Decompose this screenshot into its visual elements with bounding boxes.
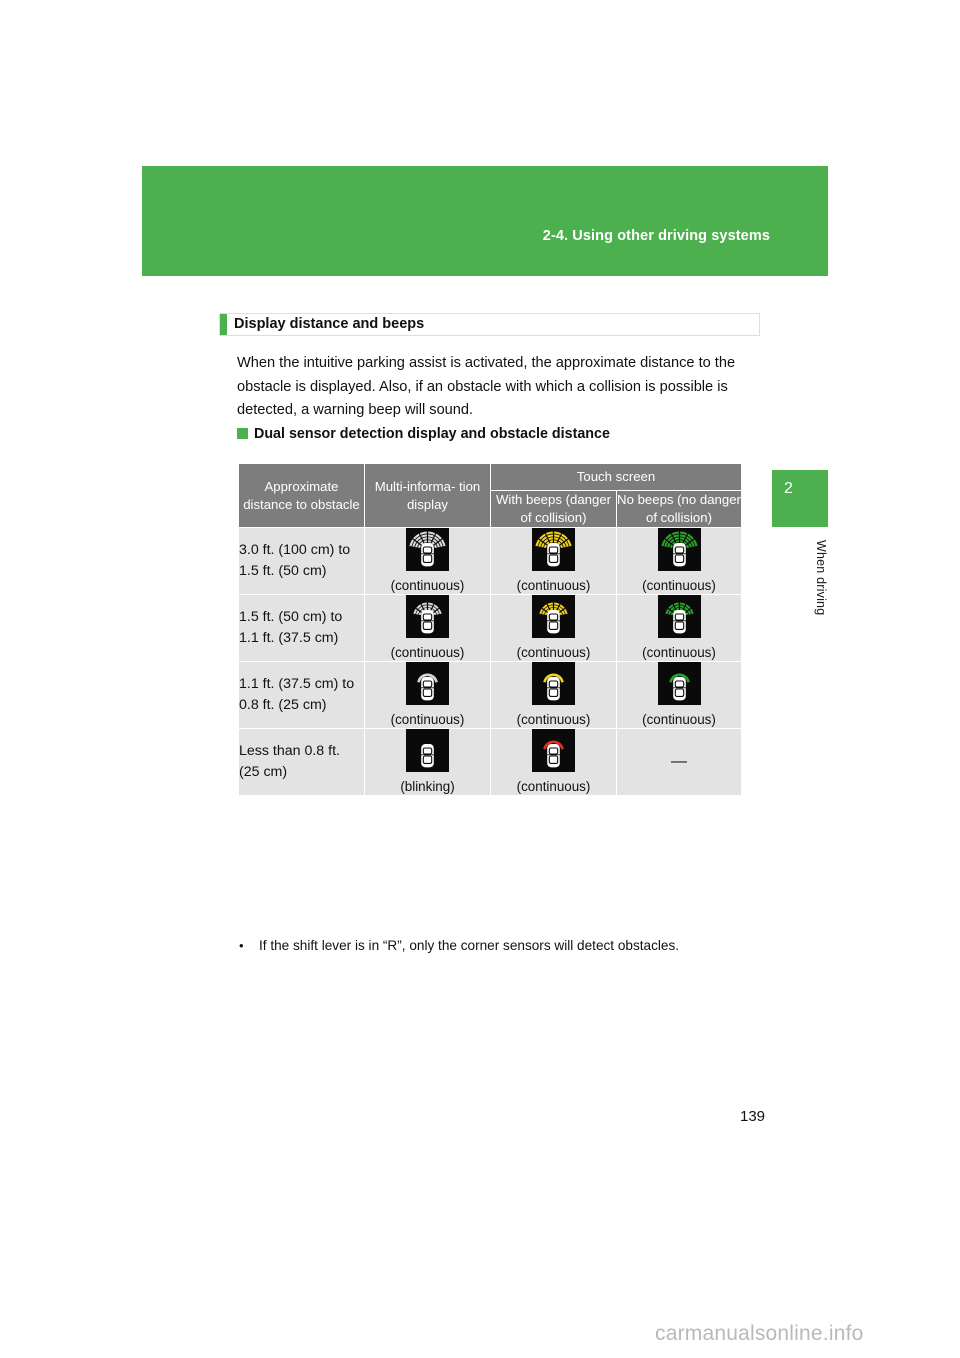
subsection-heading: Dual sensor detection display and obstac… xyxy=(237,426,777,442)
row-2-distance: 1.1 ft. (37.5 cm) to 0.8 ft. (25 cm) xyxy=(238,661,365,729)
watermark: carmanualsonline.info xyxy=(655,1322,864,1345)
footnote: • If the shift lever is in “R”, only the… xyxy=(239,936,759,955)
row-2-multi-info-display-caption: (continuous) xyxy=(390,712,465,727)
section-heading-accent-bar xyxy=(220,314,227,335)
row-1-touchscreen-no-beeps: (continuous) xyxy=(616,594,742,662)
parking-sensor-car-arcs-green-icon xyxy=(657,528,701,571)
row-0-distance: 3.0 ft. (100 cm) to 1.5 ft. (50 cm) xyxy=(238,527,365,595)
row-3-multi-info-display: (blinking) xyxy=(364,728,491,796)
subsection-heading-text: Dual sensor detection display and obstac… xyxy=(254,426,610,442)
table-header-row-1: Approximate distance to obstacle Multi-i… xyxy=(238,463,742,528)
row-2-touchscreen-with-beeps: (continuous) xyxy=(490,661,617,729)
section-heading: Display distance and beeps xyxy=(219,313,760,336)
parking-sensor-car-arc-red-icon xyxy=(532,729,575,772)
row-2-touchscreen-no-beeps: (continuous) xyxy=(616,661,742,729)
chapter-number: 2 xyxy=(784,480,793,497)
row-1-touchscreen-with-beeps: (continuous) xyxy=(490,594,617,662)
parking-sensor-car-arcs-green-icon xyxy=(657,595,701,638)
row-1-touchscreen-no-beeps-caption: (continuous) xyxy=(642,645,716,660)
table-row: Less than 0.8 ft. (25 cm) (blinking) (co… xyxy=(238,728,742,796)
green-square-bullet-icon xyxy=(237,428,248,439)
parking-sensor-car-arcs-white-icon xyxy=(406,528,449,571)
row-0-touchscreen-no-beeps-caption: (continuous) xyxy=(642,578,716,593)
row-3-touchscreen-with-beeps-caption: (continuous) xyxy=(516,779,591,794)
table-head: Approximate distance to obstacle Multi-i… xyxy=(238,463,742,528)
row-2-multi-info-display: (continuous) xyxy=(364,661,491,729)
row-2-touchscreen-with-beeps-caption: (continuous) xyxy=(516,712,591,727)
row-1-distance: 1.5 ft. (50 cm) to 1.1 ft. (37.5 cm) xyxy=(238,594,365,662)
footnote-text: If the shift lever is in “R”, only the c… xyxy=(259,938,680,953)
row-1-multi-info-display: (continuous) xyxy=(364,594,491,662)
row-0-multi-info-display: (continuous) xyxy=(364,527,491,595)
chapter-label: When driving xyxy=(814,540,828,616)
row-0-multi-info-display-caption: (continuous) xyxy=(390,578,465,593)
header-approximate-distance: Approximate distance to obstacle xyxy=(238,463,365,528)
parking-sensor-car-arcs-yellow-icon xyxy=(532,662,575,705)
page-header-title: 2-4. Using other driving systems xyxy=(542,228,770,244)
row-3-multi-info-display-caption: (blinking) xyxy=(400,779,455,794)
table-row: 1.1 ft. (37.5 cm) to 0.8 ft. (25 cm) (co… xyxy=(238,661,742,729)
sensor-distance-table: Approximate distance to obstacle Multi-i… xyxy=(238,463,742,796)
row-0-touchscreen-no-beeps: (continuous) xyxy=(616,527,742,595)
row-3-touchscreen-no-beeps-dash: — xyxy=(671,753,687,770)
row-1-touchscreen-with-beeps-caption: (continuous) xyxy=(516,645,591,660)
row-0-touchscreen-with-beeps: (continuous) xyxy=(490,527,617,595)
table-row: 1.5 ft. (50 cm) to 1.1 ft. (37.5 cm) (co… xyxy=(238,594,742,662)
header-touch-screen-group: Touch screen xyxy=(490,463,742,491)
table-row: 3.0 ft. (100 cm) to 1.5 ft. (50 cm) (con… xyxy=(238,527,742,595)
row-2-touchscreen-no-beeps-caption: (continuous) xyxy=(642,712,716,727)
parking-sensor-car-arcs-white-icon xyxy=(406,662,449,705)
page-number: 139 xyxy=(740,1108,766,1125)
row-3-touchscreen-no-beeps: — xyxy=(616,728,742,796)
parking-sensor-car-arcs-white-icon xyxy=(406,595,449,638)
parking-sensor-car-arcs-green-icon xyxy=(657,662,701,705)
chapter-tab: 2 xyxy=(772,470,828,527)
parking-sensor-car-arcs-yellow-icon xyxy=(532,528,575,571)
page-header-banner: 2-4. Using other driving systems xyxy=(142,166,828,276)
parking-sensor-car-no-arc-icon xyxy=(406,729,449,772)
table-body: 3.0 ft. (100 cm) to 1.5 ft. (50 cm) (con… xyxy=(238,527,742,796)
row-3-touchscreen-with-beeps: (continuous) xyxy=(490,728,617,796)
row-0-touchscreen-with-beeps-caption: (continuous) xyxy=(516,578,591,593)
header-with-beeps: With beeps (danger of collision) xyxy=(490,490,617,528)
section-heading-text: Display distance and beeps xyxy=(234,316,425,332)
footnote-bullet-icon: • xyxy=(239,938,244,953)
row-3-distance: Less than 0.8 ft. (25 cm) xyxy=(238,728,365,796)
section-paragraph: When the intuitive parking assist is act… xyxy=(237,355,736,418)
header-multi-information-display: Multi-informa- tion display xyxy=(364,463,491,528)
header-no-beeps: No beeps (no danger of collision) xyxy=(616,490,742,528)
row-1-multi-info-display-caption: (continuous) xyxy=(390,645,465,660)
parking-sensor-car-arcs-yellow-icon xyxy=(532,595,575,638)
manual-page: 2-4. Using other driving systems 2 When … xyxy=(0,0,960,1358)
